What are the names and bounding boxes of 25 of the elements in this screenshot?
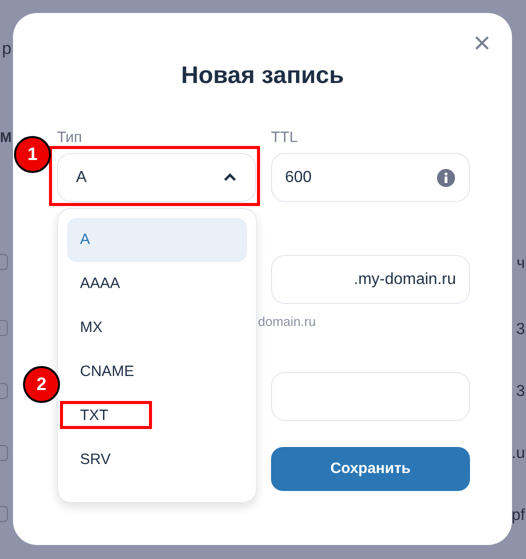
background-text: pf: [512, 506, 525, 526]
field-label: TTL: [271, 128, 299, 148]
close-button[interactable]: ×: [471, 33, 493, 55]
background-text: ч: [516, 254, 525, 274]
field-hint: domain.ru: [258, 313, 317, 331]
dropdown-option[interactable]: AAAA: [67, 262, 247, 306]
dropdown-option[interactable]: MX: [67, 306, 247, 350]
save-button[interactable]: Сохранить: [271, 447, 470, 491]
dropdown-option[interactable]: SRV: [67, 438, 247, 482]
text-field[interactable]: [271, 372, 470, 421]
background-text: р: [2, 38, 12, 60]
dialog-title: Новая запись: [180, 61, 345, 91]
background-text: .u: [512, 444, 525, 464]
type-select[interactable]: A: [57, 153, 256, 202]
field-label: Тип: [57, 128, 84, 148]
info-icon: [437, 168, 455, 186]
background-text: 3: [516, 320, 525, 340]
domain-field[interactable]: .my-domain.ru: [271, 255, 470, 304]
ttl-field[interactable]: 600: [271, 153, 470, 202]
background-text: М: [0, 128, 12, 147]
caret-icon: [223, 173, 237, 182]
dropdown-option[interactable]: A: [67, 218, 247, 262]
background-text: 3: [516, 382, 525, 402]
dropdown-option[interactable]: CNAME: [67, 350, 247, 394]
dropdown-option[interactable]: TXT: [67, 394, 247, 438]
